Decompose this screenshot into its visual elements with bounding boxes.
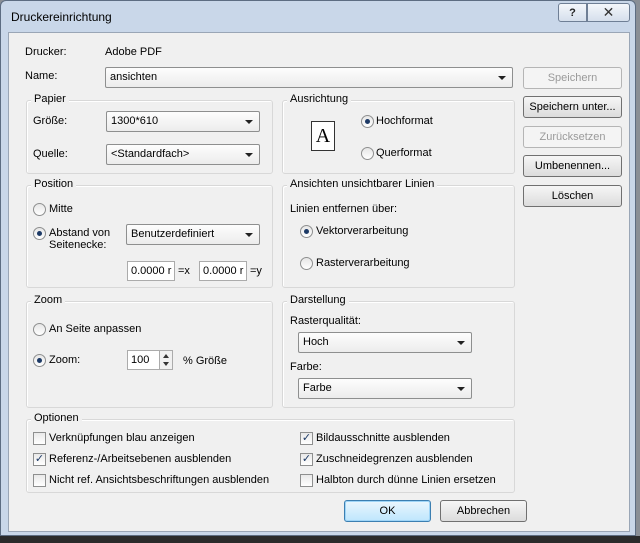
portrait-label[interactable]: Hochformat: [376, 115, 433, 127]
offset-radio[interactable]: [33, 227, 46, 240]
help-button[interactable]: ?: [558, 3, 587, 22]
chevron-down-icon: [457, 341, 465, 345]
name-label: Name:: [25, 70, 58, 82]
spin-down-icon[interactable]: [163, 362, 169, 366]
paper-size-label: Größe:: [33, 115, 68, 127]
landscape-label[interactable]: Querformat: [376, 147, 432, 159]
option-checkbox-1[interactable]: ✓: [33, 453, 46, 466]
paper-source-value: <Standardfach>: [111, 148, 190, 160]
option-label-1[interactable]: Referenz-/Arbeitsebenen ausblenden: [49, 453, 231, 465]
display-group-title: Darstellung: [287, 294, 349, 306]
printer-label: Drucker:: [25, 46, 67, 58]
option-checkbox-5[interactable]: [300, 474, 313, 487]
option-label-3[interactable]: Bildausschnitte ausblenden: [316, 432, 450, 444]
chevron-down-icon: [245, 233, 253, 237]
raster-quality-select[interactable]: Hoch: [298, 332, 472, 353]
raster-label[interactable]: Rasterverarbeitung: [316, 257, 410, 269]
option-checkbox-0[interactable]: [33, 432, 46, 445]
name-select[interactable]: ansichten: [105, 67, 513, 88]
zoom-unit-label: % Größe: [183, 355, 228, 367]
option-checkbox-4[interactable]: ✓: [300, 453, 313, 466]
option-label-2[interactable]: Nicht ref. Ansichtsbeschriftungen ausble…: [49, 474, 269, 486]
paper-source-select[interactable]: <Standardfach>: [106, 144, 260, 165]
remove-lines-label: Linien entfernen über:: [290, 203, 398, 215]
color-select[interactable]: Farbe: [298, 378, 472, 399]
color-value: Farbe: [303, 382, 332, 394]
orientation-group-title: Ausrichtung: [287, 93, 352, 105]
paper-size-value: 1300*610: [111, 115, 159, 127]
vector-label[interactable]: Vektorverarbeitung: [316, 225, 408, 237]
paper-source-label: Quelle:: [33, 148, 68, 160]
color-label: Farbe:: [290, 361, 322, 373]
delete-button[interactable]: Löschen: [523, 185, 622, 207]
center-label[interactable]: Mitte: [49, 203, 73, 215]
center-radio[interactable]: [33, 203, 46, 216]
zoom-radio[interactable]: [33, 354, 46, 367]
offset-x-input[interactable]: 0.0000 r: [127, 261, 175, 281]
dialog-title: Druckereinrichtung: [11, 10, 112, 24]
background-taskbar-strip: [0, 536, 640, 543]
chevron-down-icon: [245, 120, 253, 124]
raster-radio[interactable]: [300, 257, 313, 270]
option-label-4[interactable]: Zuschneidegrenzen ausblenden: [316, 453, 473, 465]
position-group-title: Position: [31, 178, 77, 190]
ok-button[interactable]: OK: [344, 500, 431, 522]
option-checkbox-2[interactable]: [33, 474, 46, 487]
zoom-label[interactable]: Zoom:: [49, 354, 80, 366]
paper-group-title: Papier: [31, 93, 69, 105]
chevron-down-icon: [457, 387, 465, 391]
paper-size-select[interactable]: 1300*610: [106, 111, 260, 132]
zoom-spinner[interactable]: [159, 350, 173, 370]
zoom-group-title: Zoom: [31, 294, 66, 306]
dialog-window: Druckereinrichtung ? ✕ Drucker: Adobe PD…: [0, 0, 636, 536]
raster-quality-label: Rasterqualität:: [290, 315, 361, 327]
close-button[interactable]: ✕: [587, 3, 630, 22]
raster-quality-value: Hoch: [303, 336, 329, 348]
options-group-title: Optionen: [31, 412, 82, 424]
offset-type-select[interactable]: Benutzerdefiniert: [126, 224, 260, 245]
portrait-radio[interactable]: [361, 115, 374, 128]
hidden-lines-group-title: Ansichten unsichtbarer Linien: [287, 178, 438, 190]
save-button[interactable]: Speichern: [523, 67, 622, 89]
offset-y-input[interactable]: 0.0000 r: [199, 261, 247, 281]
landscape-radio[interactable]: [361, 147, 374, 160]
help-icon: ?: [569, 6, 576, 19]
chevron-down-icon: [245, 153, 253, 157]
save-as-button[interactable]: Speichern unter...: [523, 96, 622, 118]
zoom-percent-input[interactable]: 100: [127, 350, 160, 370]
option-label-5[interactable]: Halbton durch dünne Linien ersetzen: [316, 474, 496, 486]
page-orientation-icon: A: [311, 121, 335, 151]
vector-radio[interactable]: [300, 225, 313, 238]
chevron-down-icon: [498, 76, 506, 80]
spin-up-icon[interactable]: [163, 354, 169, 358]
option-label-0[interactable]: Verknüpfungen blau anzeigen: [49, 432, 195, 444]
title-bar[interactable]: Druckereinrichtung ? ✕: [1, 1, 635, 33]
offset-type-value: Benutzerdefiniert: [131, 228, 215, 240]
rename-button[interactable]: Umbenennen...: [523, 155, 622, 177]
offset-label[interactable]: Abstand von Seitenecke:: [49, 227, 121, 251]
printer-value: Adobe PDF: [105, 46, 162, 58]
dialog-body: Drucker: Adobe PDF Name: ansichten Speic…: [8, 32, 630, 532]
fit-page-radio[interactable]: [33, 323, 46, 336]
offset-x-unit: =x: [178, 265, 190, 277]
option-checkbox-3[interactable]: ✓: [300, 432, 313, 445]
offset-y-unit: =y: [250, 265, 262, 277]
reset-button[interactable]: Zurücksetzen: [523, 126, 622, 148]
name-value: ansichten: [110, 71, 158, 83]
close-icon: ✕: [602, 4, 615, 20]
fit-page-label[interactable]: An Seite anpassen: [49, 323, 141, 335]
cancel-button[interactable]: Abbrechen: [440, 500, 527, 522]
